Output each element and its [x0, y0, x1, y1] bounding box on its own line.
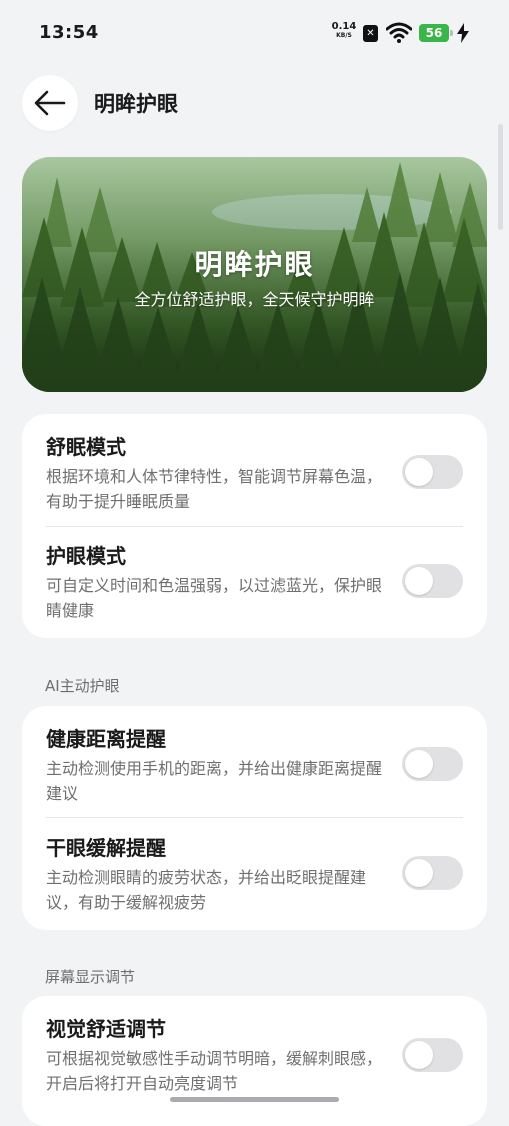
charging-icon: [457, 23, 469, 43]
distance-reminder-toggle[interactable]: [402, 747, 463, 781]
divider: [46, 526, 463, 527]
clock: 13:54: [39, 22, 99, 43]
distance-reminder-description: 主动检测使用手机的距离，并给出健康距离提醒建议: [46, 759, 383, 803]
eye-mode-card: 舒眠模式 根据环境和人体节律特性，智能调节屏幕色温，有助于提升睡眠质量 护眼模式…: [22, 414, 487, 638]
network-speed: 0.14 KB/S: [331, 22, 357, 40]
home-indicator[interactable]: [170, 1097, 339, 1102]
back-button[interactable]: [22, 75, 78, 131]
sleep-mode-description: 根据环境和人体节律特性，智能调节屏幕色温，有助于提升睡眠质量: [46, 467, 383, 511]
ai-eye-care-card: 健康距离提醒 主动检测使用手机的距离，并给出健康距离提醒建议 干眼缓解提醒 主动…: [22, 706, 487, 930]
divider: [46, 817, 463, 818]
battery-icon: 56: [419, 24, 453, 42]
page-title: 明眸护眼: [94, 92, 178, 116]
network-speed-value: 0.14: [331, 21, 357, 32]
sleep-mode-toggle[interactable]: [402, 455, 463, 489]
battery-level: 56: [419, 24, 449, 42]
list-item-dry-eye-reminder[interactable]: 干眼缓解提醒 主动检测眼睛的疲劳状态，并给出眨眼提醒建议，有助于缓解视疲劳: [46, 835, 463, 915]
dry-eye-reminder-toggle[interactable]: [402, 856, 463, 890]
list-item-distance-reminder[interactable]: 健康距离提醒 主动检测使用手机的距离，并给出健康距离提醒建议: [46, 726, 463, 806]
display-adjust-card: 视觉舒适调节 可根据视觉敏感性手动调节明暗，缓解刺眼感，开启后将打开自动亮度调节: [22, 996, 487, 1126]
list-item-visual-comfort[interactable]: 视觉舒适调节 可根据视觉敏感性手动调节明暗，缓解刺眼感，开启后将打开自动亮度调节: [46, 1016, 463, 1096]
scrollbar[interactable]: [498, 124, 503, 230]
section-header-display: 屏幕显示调节: [45, 968, 136, 986]
arrow-left-icon: [34, 90, 66, 116]
list-item-sleep-mode[interactable]: 舒眠模式 根据环境和人体节律特性，智能调节屏幕色温，有助于提升睡眠质量: [46, 434, 463, 514]
visual-comfort-toggle[interactable]: [402, 1038, 463, 1072]
distance-reminder-title: 健康距离提醒: [46, 727, 166, 751]
toggle-knob: [405, 859, 433, 887]
network-speed-unit: KB/S: [336, 32, 352, 39]
toggle-knob: [405, 1041, 433, 1069]
visual-comfort-description: 可根据视觉敏感性手动调节明暗，缓解刺眼感，开启后将打开自动亮度调节: [46, 1049, 383, 1093]
eye-protection-mode-toggle[interactable]: [402, 564, 463, 598]
eye-protection-mode-title: 护眼模式: [46, 544, 126, 568]
toggle-knob: [405, 567, 433, 595]
visual-comfort-title: 视觉舒适调节: [46, 1017, 166, 1041]
status-bar: 13:54 0.14 KB/S ✕ 56: [0, 0, 509, 64]
wifi-icon: [386, 22, 412, 43]
hero-subtitle: 全方位舒适护眼，全天候守护明眸: [134, 290, 375, 309]
toggle-knob: [405, 750, 433, 778]
dry-eye-reminder-title: 干眼缓解提醒: [46, 836, 166, 860]
hero-title: 明眸护眼: [194, 248, 315, 281]
eye-protection-mode-description: 可自定义时间和色温强弱，以过滤蓝光，保护眼睛健康: [46, 576, 383, 620]
list-item-eye-protection-mode[interactable]: 护眼模式 可自定义时间和色温强弱，以过滤蓝光，保护眼睛健康: [46, 543, 463, 623]
dry-eye-reminder-description: 主动检测眼睛的疲劳状态，并给出眨眼提醒建议，有助于缓解视疲劳: [46, 868, 367, 912]
toggle-knob: [405, 458, 433, 486]
sleep-mode-title: 舒眠模式: [46, 435, 126, 459]
sim-off-icon: ✕: [363, 25, 378, 42]
section-header-ai: AI主动护眼: [45, 677, 120, 695]
